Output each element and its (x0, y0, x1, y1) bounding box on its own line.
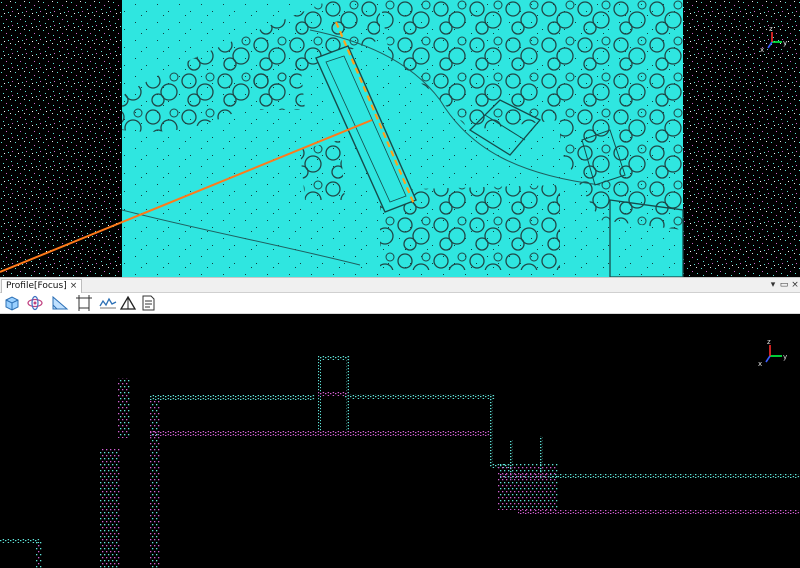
crop-bounds-icon[interactable] (75, 295, 93, 311)
profile-point-plot: y z x (0, 338, 800, 568)
float-panel-icon[interactable]: ▭ (779, 279, 789, 292)
tab-label: Profile[Focus] (6, 281, 67, 291)
svg-text:y: y (783, 353, 787, 361)
axis-gizmo-bottom: y z x (758, 338, 787, 368)
chevron-down-icon[interactable]: ▾ (768, 279, 778, 292)
noise-region-left (0, 0, 122, 277)
vertical-point-scatter (100, 449, 120, 568)
magenta-point-series (150, 392, 800, 514)
svg-text:x: x (760, 46, 764, 54)
triangle-icon[interactable] (119, 295, 137, 311)
measure-slope-icon[interactable] (51, 295, 69, 311)
3d-box-icon[interactable] (3, 295, 21, 311)
profile-wave-icon[interactable] (99, 295, 117, 311)
svg-text:x: x (758, 360, 762, 368)
profile-view[interactable]: y z x (0, 314, 800, 568)
tab-close-icon[interactable]: × (70, 280, 78, 293)
svg-text:y: y (783, 39, 787, 47)
report-document-icon[interactable] (139, 295, 157, 311)
map-view-3d[interactable]: y z x (0, 0, 800, 277)
profile-toolbar (0, 293, 800, 314)
rotate-orbit-icon[interactable] (26, 295, 44, 311)
svg-text:z: z (767, 338, 771, 346)
point-cloud-map: y z x (0, 0, 800, 277)
svg-text:z: z (769, 25, 773, 33)
close-panel-icon[interactable]: × (790, 279, 800, 292)
tab-profile-focus[interactable]: Profile[Focus] × (1, 279, 83, 293)
profile-panel-header: Profile[Focus] × ▾ ▭ × (0, 277, 800, 293)
